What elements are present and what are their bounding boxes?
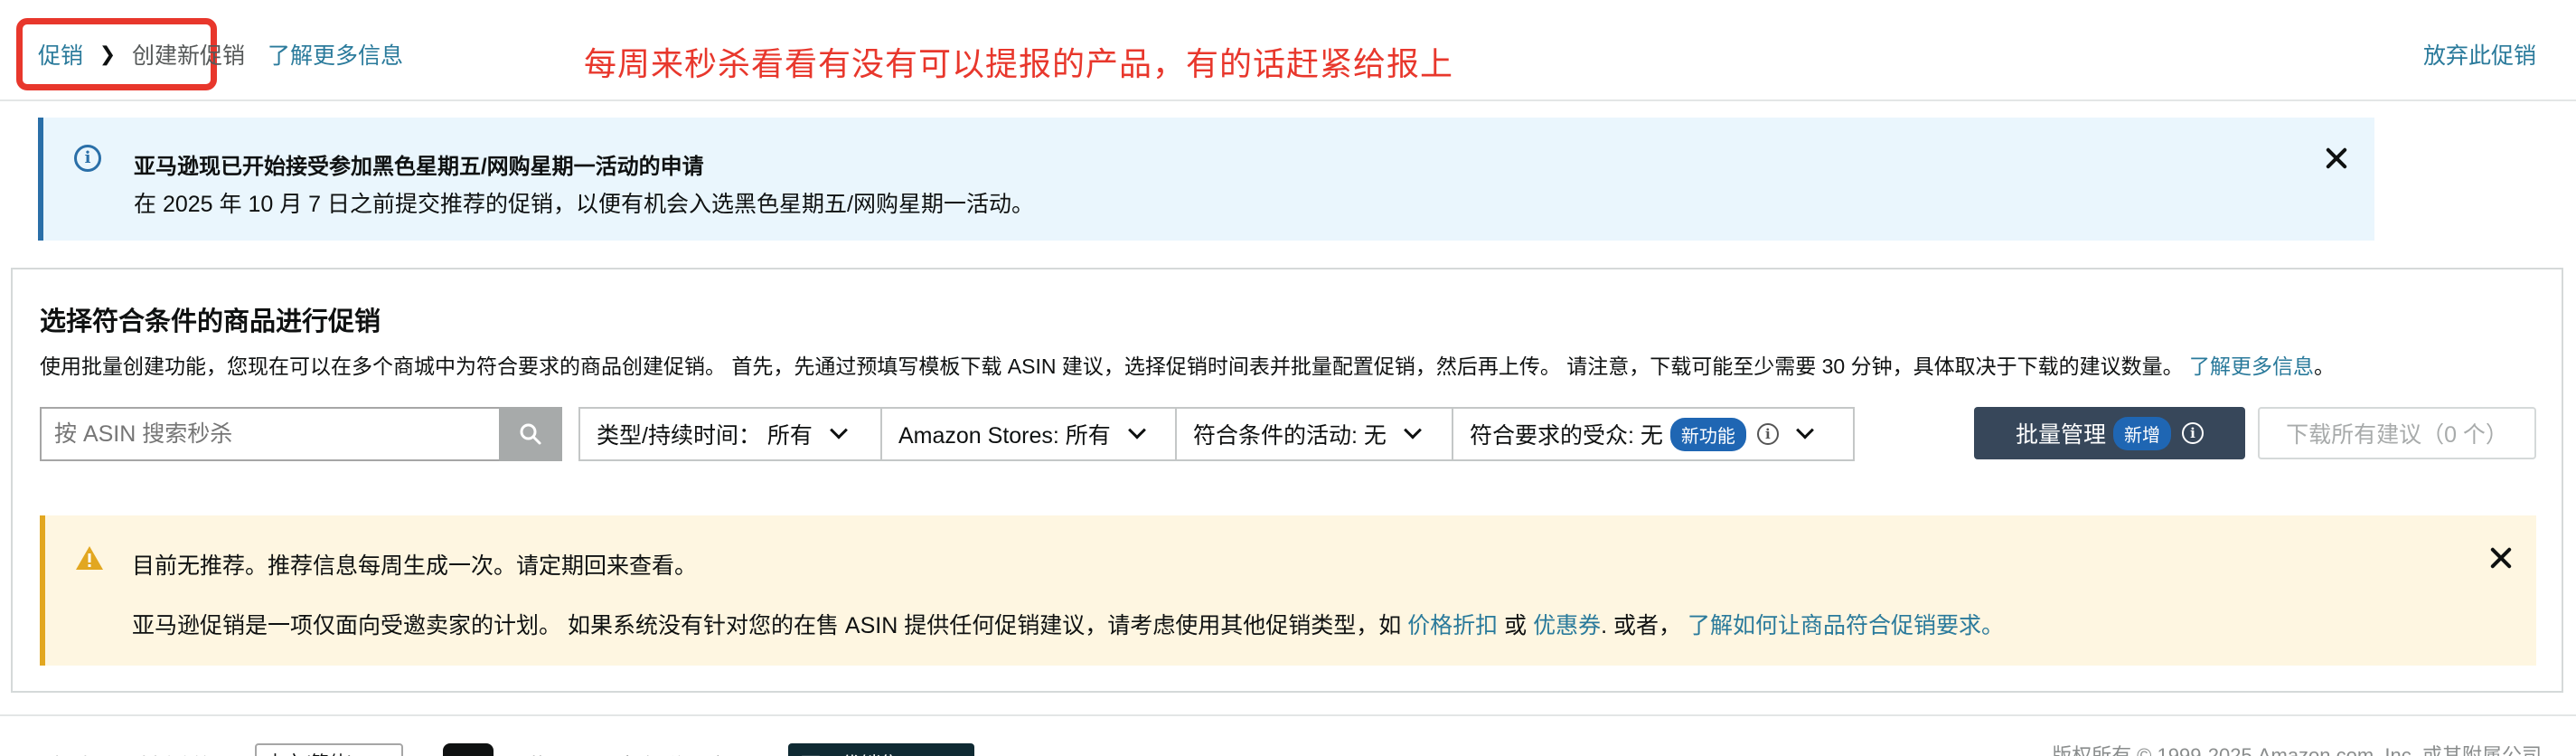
- download-all-suggestions-button: 下载所有建议（0 个）: [2258, 407, 2536, 459]
- new-feature-badge: 新功能: [1669, 417, 1746, 451]
- breadcrumb: 促销 ❯ 创建新促销: [38, 38, 245, 71]
- footer-help-link[interactable]: 帮助: [51, 749, 92, 756]
- info-icon: i: [74, 145, 101, 172]
- language-select[interactable]: 中文(简体): [255, 743, 403, 756]
- price-discount-link[interactable]: 价格折扣: [1407, 613, 1498, 638]
- warning-body: 亚马逊促销是一项仅面向受邀卖家的计划。 如果系统没有针对您的在售 ASIN 提供…: [132, 608, 2004, 640]
- asin-search-input[interactable]: [40, 407, 499, 461]
- info-banner: i 亚马逊现已开始接受参加黑色星期五/网购星期一活动的申请 在 2025 年 1…: [38, 118, 2374, 241]
- footer-policy-link[interactable]: 计划政策: [130, 749, 213, 756]
- close-icon[interactable]: [2323, 145, 2350, 172]
- type-duration-label: 类型/持续时间： 所有: [597, 423, 813, 449]
- type-duration-dropdown[interactable]: 类型/持续时间： 所有: [578, 407, 882, 461]
- batch-manage-label: 批量管理: [2015, 422, 2106, 448]
- card-learn-more-link[interactable]: 了解更多信息: [2189, 354, 2314, 378]
- eligible-audience-dropdown[interactable]: 符合要求的受众: 无 新功能 i: [1452, 407, 1855, 461]
- chevron-down-icon: [830, 421, 848, 439]
- warning-or-text: 或: [1504, 613, 1528, 638]
- amazon-stores-label: Amazon Stores: 所有: [898, 423, 1111, 449]
- annotation-note: 每周来秒杀看看有没有可以提报的产品，有的话赶紧给报上: [584, 45, 1454, 82]
- eligible-products-card: 选择符合条件的商品进行促销 使用批量创建功能，您现在可以在多个商城中为符合要求的…: [11, 268, 2563, 693]
- footer-next-gen-button[interactable]: 下一代销售: [788, 743, 974, 756]
- coupon-link[interactable]: 优惠券: [1533, 613, 1601, 638]
- card-description-end: 。: [2314, 354, 2335, 378]
- warning-banner: 目前无推荐。推荐信息每周生成一次。请定期回来查看。 亚马逊促销是一项仅面向受邀卖…: [40, 515, 2536, 666]
- breadcrumb-current: 创建新促销: [132, 43, 246, 69]
- search-button[interactable]: [499, 407, 562, 461]
- info-icon[interactable]: i: [1756, 423, 1779, 445]
- card-title: 选择符合条件的商品进行促销: [40, 307, 381, 336]
- eligible-activity-dropdown[interactable]: 符合条件的活动: 无: [1175, 407, 1453, 461]
- warning-icon: [76, 546, 103, 570]
- abandon-promotion-link[interactable]: 放弃此促销: [2423, 38, 2536, 71]
- info-banner-body: 在 2025 年 10 月 7 日之前提交推荐的促销，以便有机会入选黑色星期五/…: [134, 192, 1034, 217]
- warning-or-else-text: . 或者，: [1601, 613, 1682, 638]
- card-description-text: 使用批量创建功能，您现在可以在多个商城中为符合要求的商品创建促销。 首先，先通过…: [40, 354, 2184, 378]
- warning-title: 目前无推荐。推荐信息每周生成一次。请定期回来查看。: [132, 553, 698, 579]
- chevron-right-icon: ❯: [99, 43, 117, 65]
- batch-manage-button[interactable]: 批量管理 新增 i: [1974, 407, 2245, 459]
- chevron-down-icon: [1796, 421, 1814, 439]
- info-icon: i: [2182, 422, 2204, 444]
- top-bar: 促销 ❯ 创建新促销 了解更多信息 每周来秒杀看看有没有可以提报的产品，有的话赶…: [0, 0, 2576, 101]
- chevron-down-icon: [1404, 421, 1422, 439]
- eligible-audience-label: 符合要求的受众: 无: [1470, 423, 1663, 449]
- new-badge: 新增: [2113, 416, 2171, 450]
- footer-app-link[interactable]: 下载“亚马逊卖家”移动应用: [506, 749, 748, 756]
- card-description: 使用批量创建功能，您现在可以在多个商城中为符合要求的商品创建促销。 首先，先通过…: [40, 349, 2335, 380]
- close-icon[interactable]: [2487, 544, 2515, 572]
- mobile-app-icon: [443, 743, 494, 756]
- search-icon: [520, 423, 541, 445]
- learn-more-link[interactable]: 了解更多信息: [268, 38, 403, 71]
- amazon-stores-dropdown[interactable]: Amazon Stores: 所有: [880, 407, 1177, 461]
- filter-controls: 类型/持续时间： 所有 Amazon Stores: 所有 符合条件的活动: 无…: [40, 407, 1855, 461]
- eligible-activity-label: 符合条件的活动: 无: [1193, 423, 1387, 449]
- info-banner-title: 亚马逊现已开始接受参加黑色星期五/网购星期一活动的申请: [134, 155, 704, 179]
- eligibility-learn-link[interactable]: 了解如何让商品符合促销要求: [1688, 613, 1981, 638]
- warning-body-end: 。: [1980, 613, 2004, 638]
- warning-body-text: 亚马逊促销是一项仅面向受邀卖家的计划。 如果系统没有针对您的在售 ASIN 提供…: [132, 613, 1402, 638]
- footer: 帮助 计划政策 中文(简体) 下载“亚马逊卖家”移动应用 下一代销售 版权所有 …: [0, 714, 2576, 756]
- chevron-down-icon: [1127, 421, 1146, 439]
- breadcrumb-promotions-link[interactable]: 促销: [38, 38, 83, 71]
- copyright-text: 版权所有 © 1999-2025 Amazon.com, Inc. 或其附属公司: [2052, 744, 2542, 756]
